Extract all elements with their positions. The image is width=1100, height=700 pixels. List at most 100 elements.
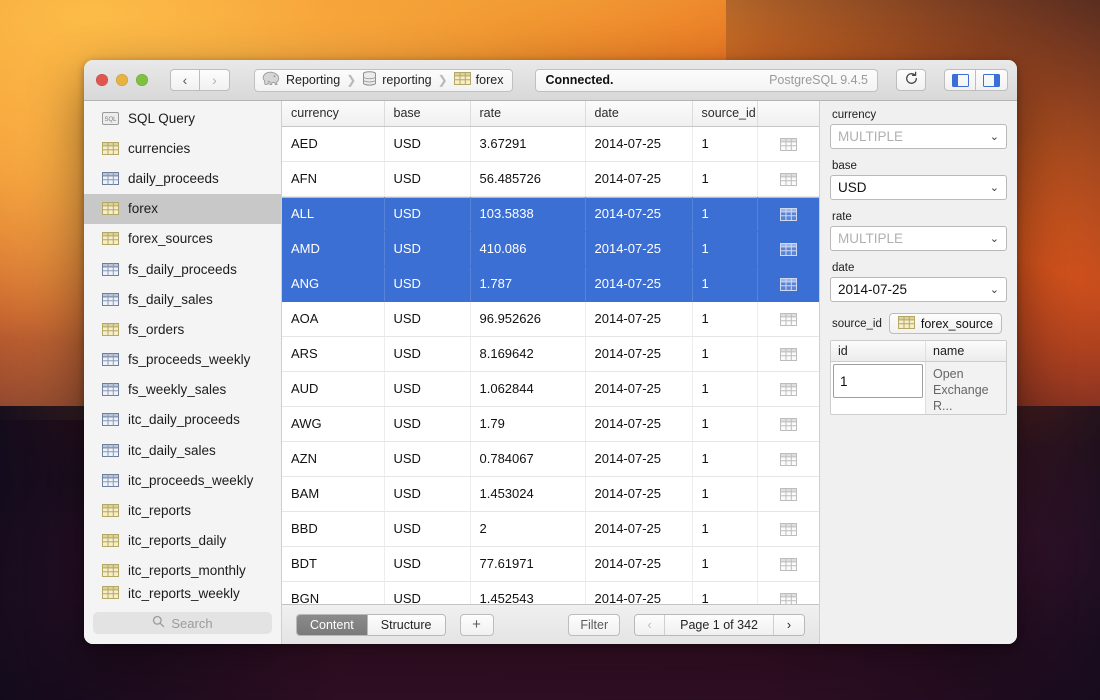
inspector-field-base[interactable]: USD⌄	[830, 175, 1007, 200]
cell-source_id[interactable]: 1	[692, 336, 757, 371]
cell-rate[interactable]: 96.952626	[470, 301, 585, 336]
cell-source_id[interactable]: 1	[692, 161, 757, 196]
table-row[interactable]: BAMUSD1.4530242014-07-251	[282, 476, 819, 511]
cell-currency[interactable]: AED	[282, 126, 384, 161]
grid-column-header-source_id[interactable]: source_id	[692, 101, 757, 126]
cell-rate[interactable]: 0.784067	[470, 441, 585, 476]
cell-source_id[interactable]: 1	[692, 196, 757, 231]
row-detail-icon[interactable]	[757, 161, 819, 196]
table-row[interactable]: ARSUSD8.1696422014-07-251	[282, 336, 819, 371]
sidebar-search-field[interactable]: Search	[93, 612, 272, 634]
cell-currency[interactable]: ARS	[282, 336, 384, 371]
cell-rate[interactable]: 2	[470, 511, 585, 546]
cell-currency[interactable]: AUD	[282, 371, 384, 406]
table-row[interactable]: AFNUSD56.4857262014-07-251	[282, 161, 819, 196]
cell-base[interactable]: USD	[384, 126, 470, 161]
sidebar-item-itc-daily-proceeds[interactable]: itc_daily_proceeds	[84, 405, 281, 435]
cell-date[interactable]: 2014-07-25	[585, 371, 692, 406]
cell-base[interactable]: USD	[384, 581, 470, 604]
sidebar-item-itc-proceeds-weekly[interactable]: itc_proceeds_weekly	[84, 465, 281, 495]
cell-source_id[interactable]: 1	[692, 511, 757, 546]
cell-source_id[interactable]: 1	[692, 476, 757, 511]
cell-base[interactable]: USD	[384, 371, 470, 406]
add-row-button[interactable]: +	[460, 614, 494, 636]
table-row[interactable]: AOAUSD96.9526262014-07-251	[282, 301, 819, 336]
table-row[interactable]: AMDUSD410.0862014-07-251	[282, 231, 819, 266]
sidebar-item-itc-reports[interactable]: itc_reports	[84, 495, 281, 525]
cell-currency[interactable]: BAM	[282, 476, 384, 511]
filter-button[interactable]: Filter	[568, 614, 620, 636]
related-table-button[interactable]: forex_source	[889, 313, 1002, 334]
row-detail-icon[interactable]	[757, 406, 819, 441]
cell-base[interactable]: USD	[384, 406, 470, 441]
refresh-button[interactable]	[896, 69, 926, 91]
inspector-field-currency[interactable]: MULTIPLE⌄	[830, 124, 1007, 149]
cell-base[interactable]: USD	[384, 336, 470, 371]
right-panel-toggle-button[interactable]	[976, 69, 1008, 91]
cell-currency[interactable]: AFN	[282, 161, 384, 196]
cell-currency[interactable]: AOA	[282, 301, 384, 336]
table-row[interactable]: BGNUSD1.4525432014-07-251	[282, 581, 819, 604]
cell-base[interactable]: USD	[384, 196, 470, 231]
cell-rate[interactable]: 103.5838	[470, 196, 585, 231]
cell-source_id[interactable]: 1	[692, 406, 757, 441]
row-detail-icon[interactable]	[757, 476, 819, 511]
grid-column-header-date[interactable]: date	[585, 101, 692, 126]
row-detail-icon[interactable]	[757, 231, 819, 266]
table-row[interactable]: ANGUSD1.7872014-07-251	[282, 266, 819, 301]
cell-date[interactable]: 2014-07-25	[585, 476, 692, 511]
table-row[interactable]: AEDUSD3.672912014-07-251	[282, 126, 819, 161]
cell-rate[interactable]: 1.453024	[470, 476, 585, 511]
cell-date[interactable]: 2014-07-25	[585, 441, 692, 476]
breadcrumb-item-table[interactable]: forex	[454, 72, 504, 88]
left-panel-toggle-button[interactable]	[944, 69, 976, 91]
cell-date[interactable]: 2014-07-25	[585, 161, 692, 196]
cell-date[interactable]: 2014-07-25	[585, 266, 692, 301]
cell-rate[interactable]: 77.61971	[470, 546, 585, 581]
inspector-field-date[interactable]: 2014-07-25⌄	[830, 277, 1007, 302]
minimize-button[interactable]	[116, 74, 128, 86]
table-row[interactable]: BDTUSD77.619712014-07-251	[282, 546, 819, 581]
cell-date[interactable]: 2014-07-25	[585, 301, 692, 336]
sidebar-item-fs-weekly-sales[interactable]: fs_weekly_sales	[84, 375, 281, 405]
cell-rate[interactable]: 56.485726	[470, 161, 585, 196]
sidebar-item-fs-daily-proceeds[interactable]: fs_daily_proceeds	[84, 254, 281, 284]
zoom-button[interactable]	[136, 74, 148, 86]
table-row[interactable]: BBDUSD22014-07-251	[282, 511, 819, 546]
grid-column-header-currency[interactable]: currency	[282, 101, 384, 126]
cell-base[interactable]: USD	[384, 476, 470, 511]
back-button[interactable]: ‹	[170, 69, 200, 91]
breadcrumb-item-connection[interactable]: Reporting	[262, 71, 340, 89]
cell-date[interactable]: 2014-07-25	[585, 581, 692, 604]
grid-column-header-rate[interactable]: rate	[470, 101, 585, 126]
cell-currency[interactable]: BDT	[282, 546, 384, 581]
tab-content[interactable]: Content	[297, 615, 368, 635]
cell-rate[interactable]: 1.79	[470, 406, 585, 441]
sidebar-item-fs-orders[interactable]: fs_orders	[84, 314, 281, 344]
cell-currency[interactable]: BGN	[282, 581, 384, 604]
cell-source_id[interactable]: 1	[692, 371, 757, 406]
cell-currency[interactable]: AMD	[282, 231, 384, 266]
row-detail-icon[interactable]	[757, 581, 819, 604]
close-button[interactable]	[96, 74, 108, 86]
row-detail-icon[interactable]	[757, 511, 819, 546]
cell-base[interactable]: USD	[384, 546, 470, 581]
row-detail-icon[interactable]	[757, 441, 819, 476]
cell-source_id[interactable]: 1	[692, 266, 757, 301]
row-detail-icon[interactable]	[757, 336, 819, 371]
table-row[interactable]: ALLUSD103.58382014-07-251	[282, 196, 819, 231]
cell-date[interactable]: 2014-07-25	[585, 546, 692, 581]
tab-structure[interactable]: Structure	[368, 615, 445, 635]
cell-date[interactable]: 2014-07-25	[585, 406, 692, 441]
cell-base[interactable]: USD	[384, 511, 470, 546]
sidebar-item-fs-proceeds-weekly[interactable]: fs_proceeds_weekly	[84, 345, 281, 375]
cell-date[interactable]: 2014-07-25	[585, 196, 692, 231]
cell-base[interactable]: USD	[384, 441, 470, 476]
row-detail-icon[interactable]	[757, 126, 819, 161]
grid-column-header-actions[interactable]	[757, 101, 819, 126]
cell-rate[interactable]: 1.062844	[470, 371, 585, 406]
cell-date[interactable]: 2014-07-25	[585, 336, 692, 371]
relation-cell-id[interactable]: 1	[833, 364, 923, 398]
inspector-field-rate[interactable]: MULTIPLE⌄	[830, 226, 1007, 251]
cell-date[interactable]: 2014-07-25	[585, 231, 692, 266]
